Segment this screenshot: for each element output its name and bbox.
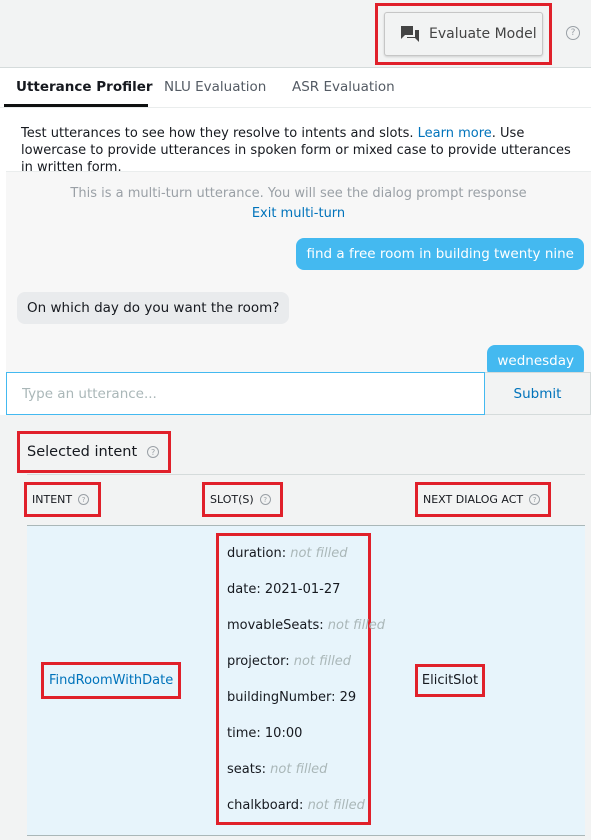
tab-asr-evaluation[interactable]: ASR Evaluation: [292, 79, 395, 95]
slot-name: movableSeats:: [227, 618, 324, 633]
slot-name: buildingNumber:: [227, 690, 336, 705]
evaluate-model-button[interactable]: Evaluate Model: [384, 12, 543, 56]
exit-multi-turn-link[interactable]: Exit multi-turn: [6, 206, 591, 221]
multi-turn-note: This is a multi-turn utterance. You will…: [70, 186, 527, 201]
user-message: wednesday: [487, 345, 584, 372]
slot-value: 10:00: [264, 726, 303, 741]
submit-button[interactable]: Submit: [485, 372, 591, 415]
slot-item-seats: seats: not filled: [227, 762, 327, 777]
user-message: find a free room in building twenty nine: [296, 238, 584, 270]
slot-item-duration: duration: not filled: [227, 546, 348, 561]
help-icon[interactable]: ?: [147, 446, 160, 458]
slots-column-label: SLOT(S): [210, 493, 254, 506]
tab-utterance-profiler[interactable]: Utterance Profiler: [16, 79, 153, 95]
utterance-input-row: Submit: [6, 372, 591, 415]
learn-more-link[interactable]: Learn more: [418, 126, 492, 141]
help-icon[interactable]: ?: [566, 26, 580, 40]
slot-value: not filled: [293, 654, 352, 669]
divider: [27, 474, 585, 475]
divider: [27, 835, 585, 836]
slot-item-date: date: 2021-01-27: [227, 582, 340, 597]
evaluate-model-label: Evaluate Model: [429, 26, 537, 42]
slot-value: not filled: [270, 762, 328, 777]
intro-text: Test utterances to see how they resolve …: [21, 125, 581, 176]
slot-value: not filled: [327, 618, 386, 633]
tab-bar: Utterance Profiler NLU Evaluation ASR Ev…: [0, 68, 591, 108]
chat-bubbles-icon: [401, 26, 419, 42]
slot-name: chalkboard:: [227, 798, 304, 813]
slot-item-chalkboard: chalkboard: not filled: [227, 798, 365, 813]
slot-name: projector:: [227, 654, 290, 669]
help-icon[interactable]: ?: [529, 494, 541, 505]
slot-name: time:: [227, 726, 261, 741]
top-toolbar: Evaluate Model ?: [0, 0, 591, 68]
help-icon[interactable]: ?: [259, 494, 271, 505]
intent-column-header: INTENT ?: [24, 482, 101, 517]
slot-item-building-number: buildingNumber: 29: [227, 690, 356, 705]
slot-item-time: time: 10:00: [227, 726, 302, 741]
slot-name: date:: [227, 582, 261, 597]
next-dialog-act-column-header: NEXT DIALOG ACT ?: [415, 482, 551, 517]
selected-intent-heading: Selected intent ?: [17, 431, 171, 473]
slot-value: not filled: [290, 546, 348, 561]
selected-intent-title: Selected intent: [27, 444, 138, 460]
evaluate-model-highlight: Evaluate Model: [375, 3, 552, 65]
next-dialog-act-value: ElicitSlot: [415, 664, 485, 697]
intent-column-label: INTENT: [32, 493, 73, 506]
help-icon[interactable]: ?: [78, 494, 90, 505]
slots-column-header: SLOT(S) ?: [202, 482, 283, 517]
slot-name: duration:: [227, 546, 287, 561]
next-dialog-act-column-label: NEXT DIALOG ACT: [423, 493, 524, 506]
utterance-input[interactable]: [6, 372, 485, 415]
tab-nlu-evaluation[interactable]: NLU Evaluation: [164, 79, 266, 95]
bot-message: On which day do you want the room?: [17, 292, 290, 324]
slot-name: seats:: [227, 762, 266, 777]
slot-value: not filled: [307, 798, 365, 813]
active-tab-indicator: [4, 104, 148, 107]
slot-item-projector: projector: not filled: [227, 654, 351, 669]
intent-name-link[interactable]: FindRoomWithDate: [41, 662, 181, 699]
intro-text-before: Test utterances to see how they resolve …: [21, 126, 418, 141]
slot-item-movable-seats: movableSeats: not filled: [227, 618, 385, 633]
slot-value: 2021-01-27: [264, 582, 341, 597]
conversation-panel: This is a multi-turn utterance. You will…: [6, 171, 591, 372]
slots-list: duration: not filled date: 2021-01-27 mo…: [216, 533, 385, 825]
slot-value: 29: [339, 690, 357, 705]
